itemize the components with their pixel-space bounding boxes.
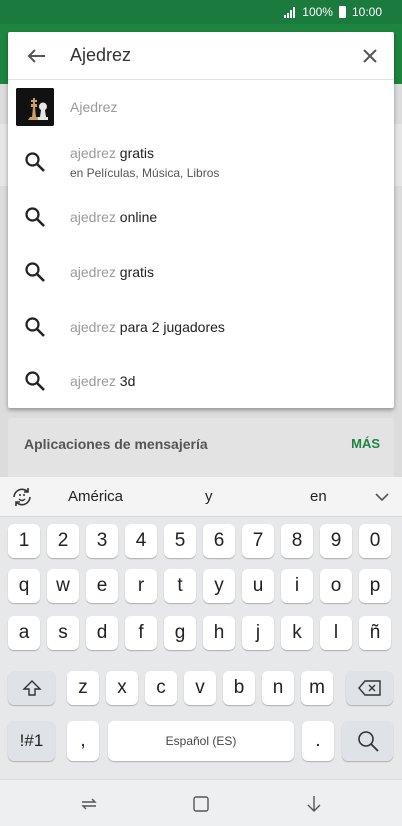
symbols-key[interactable]: !#1 xyxy=(8,721,55,761)
key-enye[interactable]: ñ xyxy=(359,616,391,650)
key-v[interactable]: v xyxy=(184,671,216,705)
search-icon xyxy=(25,371,45,391)
app-name: Ajedrez xyxy=(70,99,118,115)
chess-app-icon xyxy=(16,88,54,126)
suggestion-2[interactable]: ajedrez online xyxy=(8,190,394,244)
key-6[interactable]: 6 xyxy=(203,524,235,558)
key-3[interactable]: 3 xyxy=(86,524,118,558)
key-r[interactable]: r xyxy=(125,569,157,603)
suggestion-subtitle: en Películas, Música, Libros xyxy=(70,166,220,180)
key-f[interactable]: f xyxy=(125,616,157,650)
space-key[interactable]: Español (ES) xyxy=(108,721,294,761)
backspace-key[interactable] xyxy=(346,671,393,705)
prediction-1[interactable]: América xyxy=(68,488,123,505)
key-b[interactable]: b xyxy=(223,671,255,705)
suggestion-3[interactable]: ajedrez gratis xyxy=(8,245,394,299)
key-p[interactable]: p xyxy=(359,569,391,603)
key-1[interactable]: 1 xyxy=(8,524,40,558)
suggestion-suffix: online xyxy=(115,209,158,225)
search-icon xyxy=(25,207,45,227)
recent-apps-icon[interactable] xyxy=(79,794,99,814)
search-input[interactable] xyxy=(70,45,340,66)
close-icon xyxy=(363,49,377,63)
suggestion-suffix: para 2 jugadores xyxy=(115,319,225,335)
battery-icon xyxy=(338,6,346,18)
arrow-back-icon xyxy=(27,49,45,63)
key-q[interactable]: q xyxy=(8,569,40,603)
key-x[interactable]: x xyxy=(106,671,138,705)
key-o[interactable]: o xyxy=(320,569,352,603)
key-w[interactable]: w xyxy=(47,569,79,603)
shift-icon xyxy=(21,680,42,696)
battery-percent: 100% xyxy=(302,5,333,19)
suggestion-suffix: gratis xyxy=(115,145,155,161)
search-bar xyxy=(8,32,394,80)
suggestion-5[interactable]: ajedrez 3d xyxy=(8,354,394,408)
key-2[interactable]: 2 xyxy=(47,524,79,558)
key-l[interactable]: l xyxy=(320,616,352,650)
suggestion-prefix: ajedrez xyxy=(70,209,116,225)
more-link[interactable]: MÁS xyxy=(351,436,380,451)
key-m[interactable]: m xyxy=(301,671,333,705)
key-h[interactable]: h xyxy=(203,616,235,650)
key-c[interactable]: c xyxy=(145,671,177,705)
comma-key[interactable]: , xyxy=(67,721,99,761)
prediction-2[interactable]: y xyxy=(205,488,213,505)
search-icon xyxy=(25,262,45,282)
key-e[interactable]: e xyxy=(86,569,118,603)
key-n[interactable]: n xyxy=(262,671,294,705)
shift-key[interactable] xyxy=(8,671,55,705)
back-button[interactable] xyxy=(22,44,50,68)
key-s[interactable]: s xyxy=(47,616,79,650)
key-0[interactable]: 0 xyxy=(359,524,391,558)
key-7[interactable]: 7 xyxy=(242,524,274,558)
emoji-refresh-icon[interactable] xyxy=(10,485,34,509)
key-4[interactable]: 4 xyxy=(125,524,157,558)
backspace-icon xyxy=(357,680,381,696)
suggestion-app[interactable]: Ajedrez xyxy=(8,80,394,134)
suggestion-suffix: 3d xyxy=(115,373,136,389)
key-8[interactable]: 8 xyxy=(281,524,313,558)
keyboard-prediction-bar: América y en xyxy=(0,477,402,517)
search-icon xyxy=(357,731,379,752)
key-d[interactable]: d xyxy=(86,616,118,650)
card-title: Aplicaciones de mensajería xyxy=(24,436,208,452)
key-j[interactable]: j xyxy=(242,616,274,650)
search-icon xyxy=(25,317,45,337)
keyboard: 1 2 3 4 5 6 7 8 9 0 q w e r t y u i o p … xyxy=(0,517,402,779)
chevron-down-icon[interactable] xyxy=(374,489,390,505)
suggestion-prefix: ajedrez xyxy=(70,373,116,389)
clear-button[interactable] xyxy=(358,44,382,68)
suggestion-4[interactable]: ajedrez para 2 jugadores xyxy=(8,300,394,354)
clock: 10:00 xyxy=(351,5,382,19)
prediction-3[interactable]: en xyxy=(310,488,327,505)
suggestion-prefix: ajedrez xyxy=(70,264,116,280)
signal-icon xyxy=(284,6,296,18)
status-bar: 100% 10:00 xyxy=(0,0,402,24)
period-key[interactable]: . xyxy=(302,721,334,761)
suggestion-prefix: ajedrez xyxy=(70,319,116,335)
search-key[interactable] xyxy=(342,721,393,761)
key-g[interactable]: g xyxy=(164,616,196,650)
key-5[interactable]: 5 xyxy=(164,524,196,558)
key-u[interactable]: u xyxy=(242,569,274,603)
key-9[interactable]: 9 xyxy=(320,524,352,558)
key-y[interactable]: y xyxy=(203,569,235,603)
suggestion-suffix: gratis xyxy=(115,264,155,280)
key-a[interactable]: a xyxy=(8,616,40,650)
home-icon[interactable] xyxy=(191,794,211,814)
key-z[interactable]: z xyxy=(67,671,99,705)
key-i[interactable]: i xyxy=(281,569,313,603)
back-nav-icon[interactable] xyxy=(304,794,324,814)
key-t[interactable]: t xyxy=(164,569,196,603)
search-suggestions-panel: Ajedrez ajedrez gratis en Películas, Mús… xyxy=(8,32,394,408)
suggestion-prefix: ajedrez xyxy=(70,145,116,161)
key-k[interactable]: k xyxy=(281,616,313,650)
search-icon xyxy=(25,152,45,172)
navigation-bar xyxy=(0,779,402,826)
suggestion-1[interactable]: ajedrez gratis en Películas, Música, Lib… xyxy=(8,135,394,189)
